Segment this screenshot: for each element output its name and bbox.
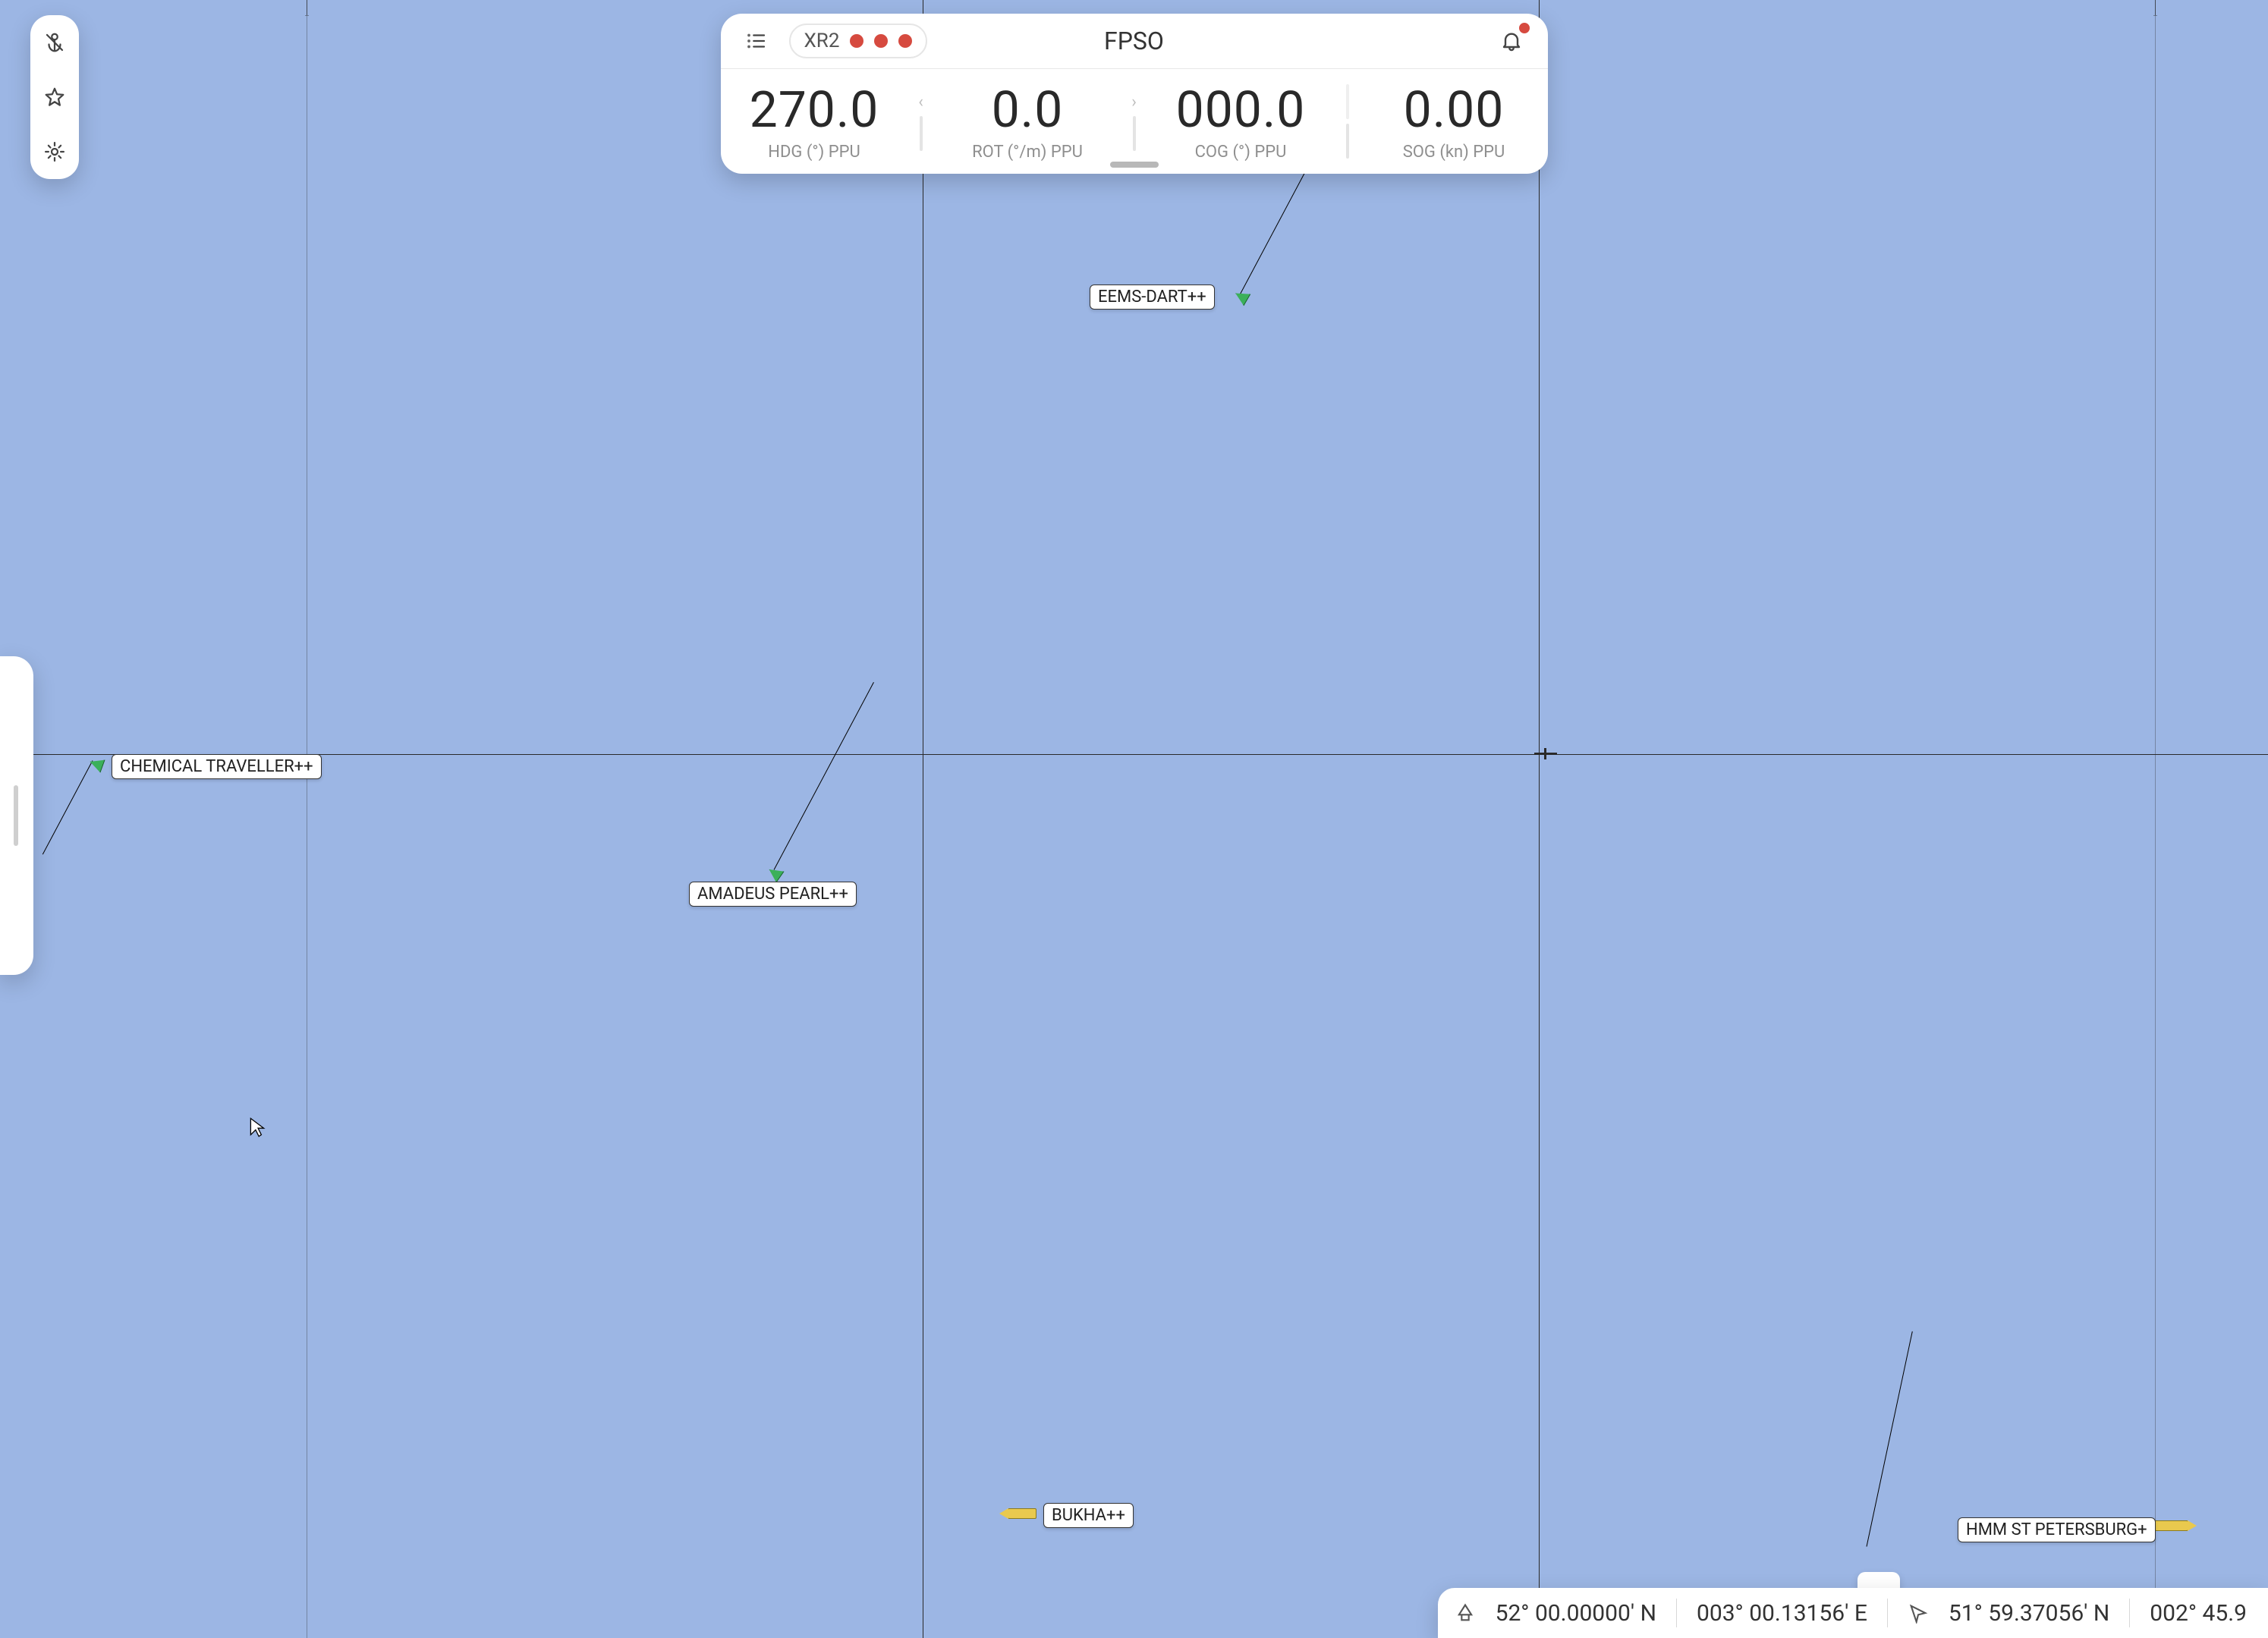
notification-badge [1518,21,1531,35]
vessel-label[interactable]: HMM ST PETERSBURG+ [1958,1517,2156,1542]
grid-line-v [2155,0,2156,1638]
divider [1887,1599,1888,1627]
cursor-icon [249,1117,266,1141]
cursor-lat: 51° 59.37056' N [1949,1600,2109,1627]
left-drawer-handle[interactable] [0,656,33,975]
ownship-icon [1455,1602,1476,1624]
metric-value: 0.0 [992,81,1064,140]
vessel-label[interactable]: EEMS-DART++ [1090,285,1215,310]
metric-label: COG (°) PPU [1195,143,1287,162]
chevron-left-icon: ‹ [918,93,923,112]
vessel-label[interactable]: CHEMICAL TRAVELLER++ [112,754,322,779]
metric-label: HDG (°) PPU [768,143,860,162]
status-dot [898,34,912,48]
gear-icon [43,140,66,163]
panel-drag-handle[interactable] [1110,162,1159,168]
vessel-marker[interactable] [1008,1508,1036,1519]
course-line [42,760,93,854]
nav-data-panel: XR2 FPSO 270.0 HDG (°) PPU ‹ 0.0 ROT (°/… [721,14,1548,174]
vessel-label[interactable]: BUKHA++ [1043,1503,1134,1528]
drag-handle-icon [14,785,18,846]
list-icon [745,30,768,52]
settings-button[interactable] [35,132,74,171]
clear-targets-button[interactable] [35,23,74,62]
side-toolbar [30,15,79,179]
ownship-lon: 003° 00.13156' E [1697,1600,1867,1627]
metric-value: 0.00 [1404,81,1505,140]
vessel-marker[interactable] [2153,1520,2188,1531]
metric-separator [1335,69,1360,174]
vessel-label[interactable]: AMADEUS PEARL++ [689,882,857,907]
metric-cog: 000.0 COG (°) PPU [1147,69,1335,174]
cursor-position-icon [1908,1602,1929,1624]
metric-value: 000.0 [1176,81,1306,140]
source-status-pill[interactable]: XR2 [789,24,928,58]
star-icon [43,86,66,108]
cursor-lon: 002° 45.9 [2150,1600,2247,1627]
metric-rot: 0.0 ROT (°/m) PPU [934,69,1121,174]
divider [1676,1599,1677,1627]
grid-line-v [1539,0,1540,1638]
crossed-anchor-icon [43,31,66,54]
metric-separator: ‹ [908,69,934,174]
chevron-right-icon: › [1131,93,1137,112]
ownship-lat: 52° 00.00000' N [1496,1600,1656,1627]
metric-label: ROT (°/m) PPU [972,143,1083,162]
chart-canvas[interactable]: EEMS-DART++ CHEMICAL TRAVELLER++ AMADEUS… [0,0,2268,1638]
favorites-button[interactable] [35,77,74,117]
position-status-bar: 52° 00.00000' N 003° 00.13156' E 51° 59.… [1438,1588,2268,1638]
source-label: XR2 [804,30,840,52]
target-list-button[interactable] [741,25,772,57]
metric-sog: 0.00 SOG (kn) PPU [1360,69,1548,174]
metric-value: 270.0 [750,81,879,140]
metric-hdg: 270.0 HDG (°) PPU [721,69,908,174]
course-line [1240,161,1312,295]
grid-line-h [0,754,2268,755]
course-line [774,682,874,870]
course-line [1867,1331,1913,1547]
status-dot [874,34,888,48]
divider [2129,1599,2130,1627]
metric-label: SOG (kn) PPU [1403,143,1505,162]
metric-separator: › [1121,69,1147,174]
status-dot [850,34,863,48]
